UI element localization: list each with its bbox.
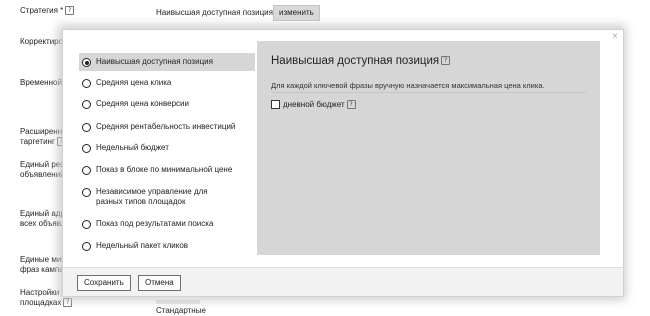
- radio-icon[interactable]: [82, 188, 91, 197]
- bg-label-adjustments: Корректиро: [20, 37, 64, 46]
- panel-description: Для каждой ключевой фразы вручную назнач…: [271, 81, 545, 90]
- radio-icon[interactable]: [82, 79, 91, 88]
- radio-icon[interactable]: [82, 166, 91, 175]
- help-icon[interactable]: ?: [346, 100, 356, 109]
- strategy-option-label: Средняя рентабельность инвестиций: [96, 122, 236, 131]
- panel-title: Наивысшая доступная позиция?: [271, 55, 451, 67]
- strategy-option-below-search[interactable]: Показ под результатами поиска: [79, 215, 255, 233]
- strategy-option-label: Недельный пакет кликов: [96, 241, 189, 250]
- strategy-label: Стратегия *: [20, 6, 64, 15]
- strategy-option-label: Средняя цена конверсии: [96, 99, 189, 108]
- strategy-option-label: Недельный бюджет: [96, 143, 169, 152]
- save-button[interactable]: Сохранить: [77, 275, 131, 291]
- close-icon[interactable]: ×: [612, 31, 618, 42]
- radio-icon[interactable]: [82, 242, 91, 251]
- strategy-row: Стратегия *?: [20, 6, 75, 16]
- bg-label-extended: Расширенн: [20, 127, 63, 136]
- strategy-option-label: Показ под результатами поиска: [96, 219, 214, 228]
- radio-checked-icon[interactable]: [82, 58, 91, 67]
- placements-value: Стандартные: [156, 306, 206, 315]
- daily-budget-label[interactable]: дневной бюджет: [283, 100, 345, 109]
- cancel-button[interactable]: Отмена: [138, 275, 181, 291]
- divider: [271, 92, 586, 93]
- strategy-option-weekly-budget[interactable]: Недельный бюджет: [79, 139, 255, 157]
- daily-budget-row: дневной бюджет?: [271, 100, 356, 109]
- strategy-option-avg-conversion-price[interactable]: Средняя цена конверсии: [79, 95, 255, 113]
- radio-icon[interactable]: [82, 123, 91, 132]
- radio-icon[interactable]: [82, 100, 91, 109]
- bg-label-time: Временной: [20, 78, 62, 87]
- help-icon[interactable]: ?: [65, 6, 75, 16]
- strategy-option-label: Показ в блоке по минимальной цене: [96, 165, 233, 174]
- strategy-option-weekly-click-package[interactable]: Недельный пакет кликов: [79, 237, 255, 255]
- strategy-option-avg-roi[interactable]: Средняя рентабельность инвестиций: [79, 118, 255, 136]
- strategy-option-avg-click-price[interactable]: Средняя цена клика: [79, 74, 255, 92]
- help-icon[interactable]: ?: [441, 56, 451, 66]
- radio-icon[interactable]: [82, 144, 91, 153]
- radio-icon[interactable]: [82, 220, 91, 229]
- current-strategy: Наивысшая доступная позиция: [156, 8, 273, 17]
- strategy-option-label: Наивысшая доступная позиция: [96, 57, 213, 66]
- strategy-option-min-price-block[interactable]: Показ в блоке по минимальной цене: [79, 161, 255, 179]
- hidden-select: [156, 300, 200, 304]
- bg-label-region: Единый рег: [20, 160, 64, 169]
- strategy-details-panel: Наивысшая доступная позиция? Для каждой …: [257, 41, 600, 255]
- strategy-option-label: Средняя цена клика: [96, 78, 172, 87]
- strategy-option-highest-position[interactable]: Наивысшая доступная позиция: [79, 53, 255, 71]
- change-strategy-button[interactable]: изменить: [273, 5, 320, 21]
- daily-budget-checkbox[interactable]: [271, 100, 280, 109]
- strategy-option-independent-placements[interactable]: Независимое управление для разных типов …: [79, 183, 255, 207]
- strategy-modal: × Наивысшая доступная позиция Средняя це…: [62, 29, 624, 297]
- strategy-option-label: Независимое управление для разных типов …: [96, 187, 208, 206]
- modal-footer: Сохранить Отмена: [63, 267, 623, 296]
